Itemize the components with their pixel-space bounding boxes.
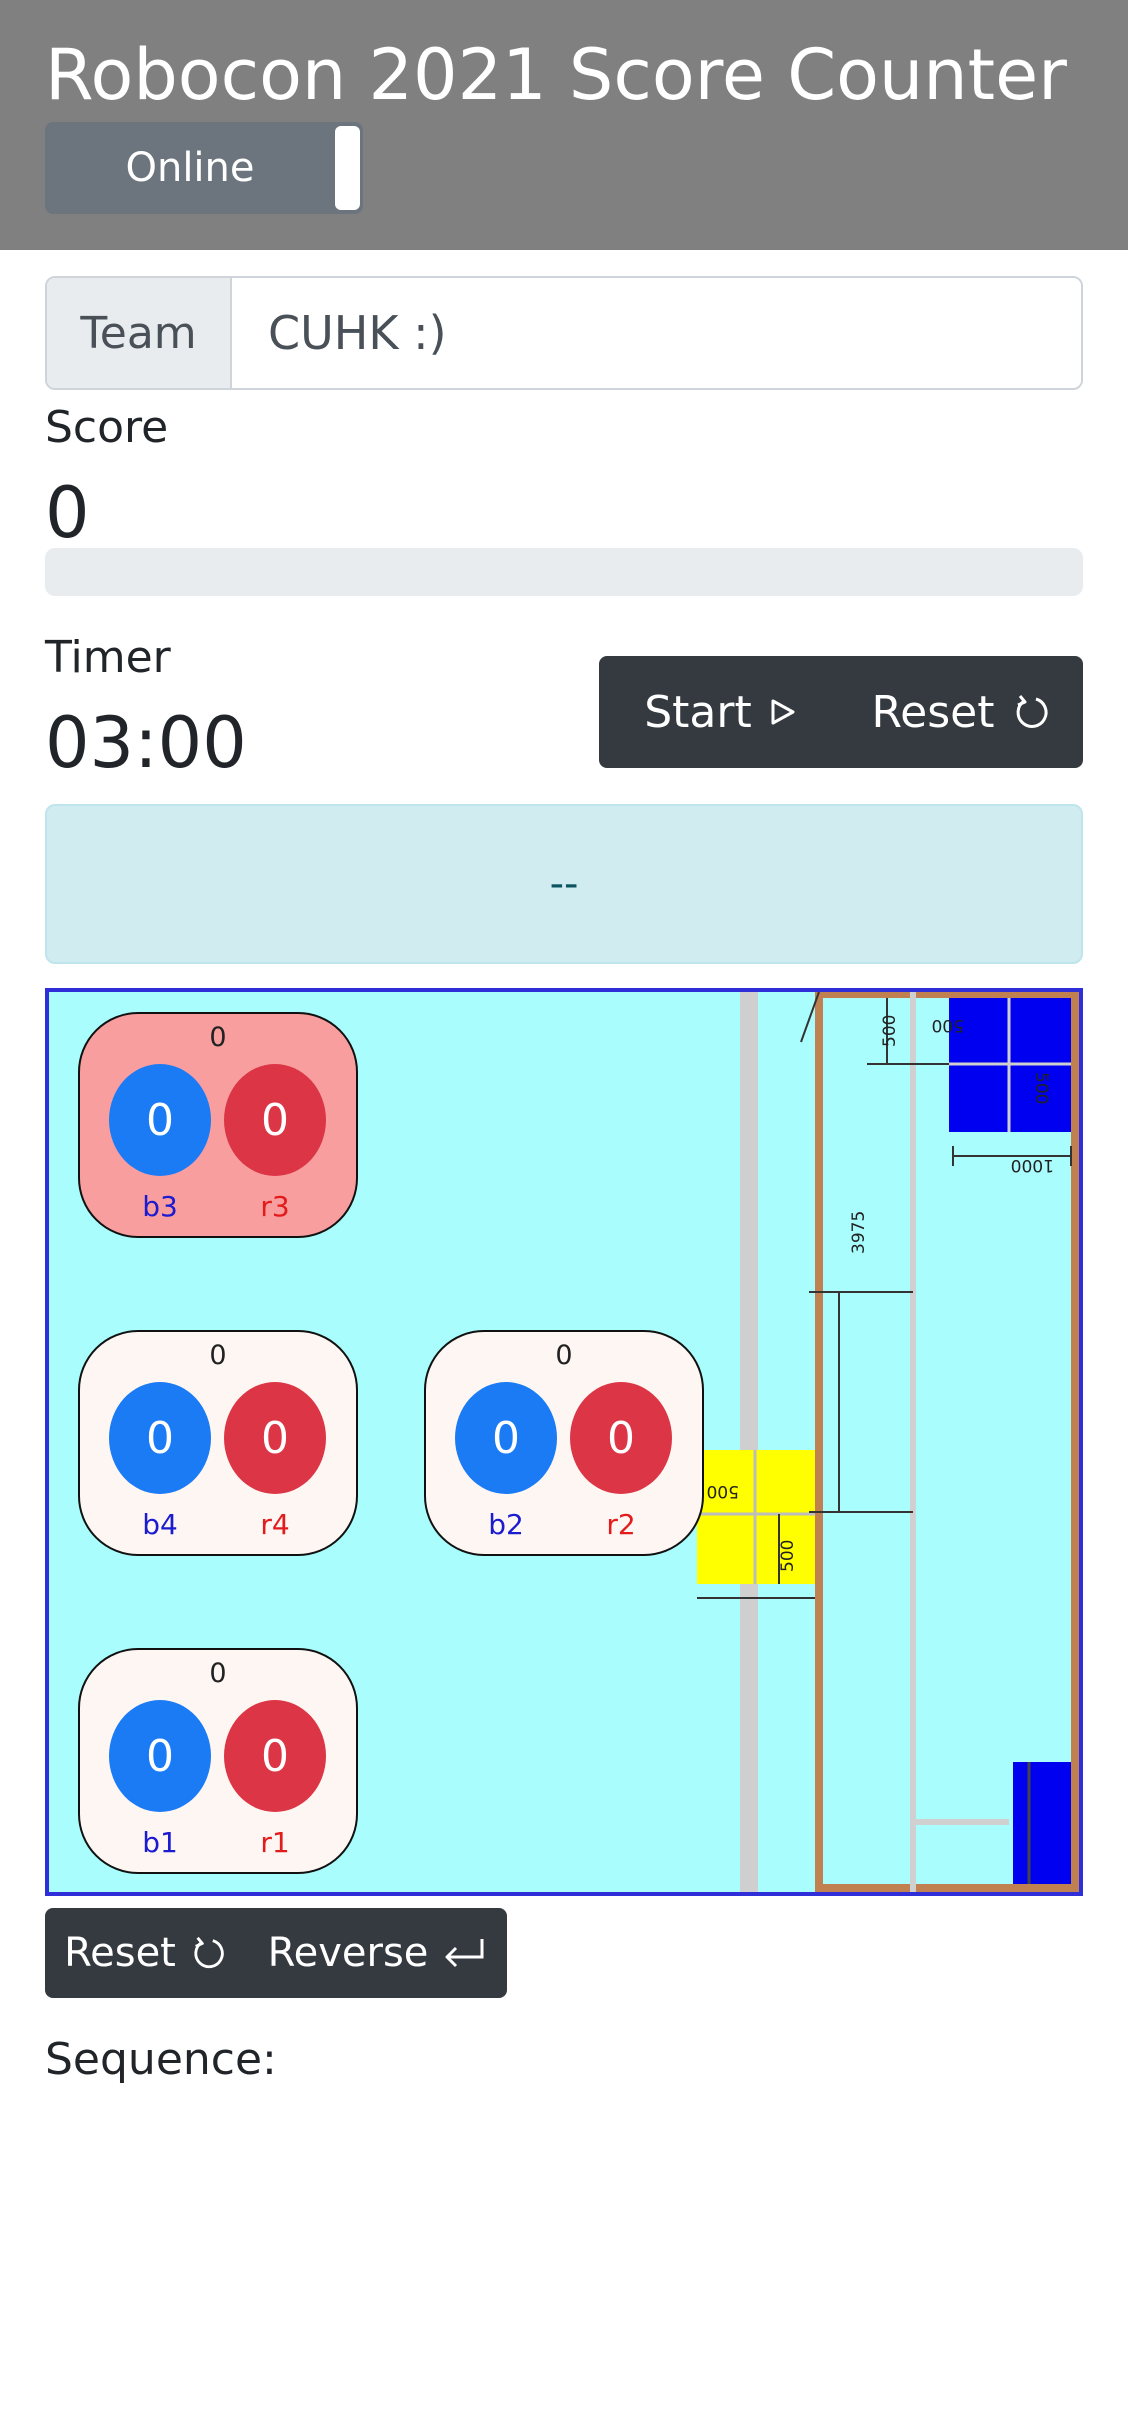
return-arrow-icon	[445, 1939, 484, 1968]
red-ball-counter[interactable]: 0	[224, 1700, 326, 1812]
blue-tag: b1	[142, 1826, 178, 1859]
reset-button-label: Reset	[871, 686, 995, 738]
pot-1: 0 0 0 b1 r1	[78, 1648, 358, 1874]
blue-ball-counter[interactable]: 0	[455, 1382, 557, 1494]
red-ball-counter[interactable]: 0	[224, 1382, 326, 1494]
dim-label: 3975	[849, 1211, 869, 1254]
team-input[interactable]	[232, 278, 1081, 388]
dim-label: 1000	[1011, 1155, 1054, 1175]
reverse-label: Reverse	[267, 1930, 429, 1976]
score-label: Score	[45, 402, 169, 453]
blue-ball-counter[interactable]: 0	[109, 1700, 211, 1812]
dim-label: 500	[880, 1015, 900, 1047]
reset-icon	[194, 1936, 224, 1969]
blue-tag: b2	[488, 1508, 524, 1541]
pot-total: 0	[555, 1340, 573, 1371]
score-progress-bar	[45, 548, 1083, 596]
red-tag: r3	[260, 1190, 290, 1223]
map-button-group: Reset Reverse	[45, 1908, 507, 1998]
field-map: 500 500 500 1000 3975 500 500 0 0 0 b3 r…	[45, 988, 1083, 1896]
red-tag: r2	[606, 1508, 636, 1541]
online-toggle[interactable]: Online	[45, 122, 363, 214]
timer-label: Timer	[45, 632, 171, 683]
online-label: Online	[125, 145, 255, 191]
timer-start-button[interactable]: Start	[599, 656, 841, 768]
pot-4: 0 0 0 b4 r4	[78, 1330, 358, 1556]
dim-label: 500	[1031, 1072, 1051, 1104]
pot-3: 0 0 0 b3 r3	[78, 1012, 358, 1238]
blue-tag: b3	[142, 1190, 178, 1223]
app-title: Robocon 2021 Score Counter	[45, 34, 1067, 116]
reset-icon	[1017, 695, 1049, 728]
pot-total: 0	[209, 1658, 227, 1689]
dim-label: 500	[707, 1481, 739, 1501]
pot-total: 0	[209, 1022, 227, 1053]
blue-zone-bottom	[1013, 1762, 1071, 1884]
start-button-label: Start	[644, 686, 752, 738]
toggle-knob[interactable]	[335, 126, 360, 210]
dim-label: 500	[778, 1540, 798, 1572]
status-alert: --	[45, 804, 1083, 964]
red-ball-counter[interactable]: 0	[224, 1064, 326, 1176]
timer-value: 03:00	[45, 702, 247, 784]
play-icon	[771, 699, 795, 725]
app-header: Robocon 2021 Score Counter Online	[0, 0, 1128, 250]
pot-2: 0 0 0 b2 r2	[424, 1330, 704, 1556]
team-input-group: Team	[45, 276, 1083, 390]
score-value: 0	[45, 472, 90, 554]
blue-ball-counter[interactable]: 0	[109, 1064, 211, 1176]
red-tag: r4	[260, 1508, 290, 1541]
red-tag: r1	[260, 1826, 290, 1859]
timer-button-group: Start Reset	[599, 656, 1083, 768]
dim-label: 500	[932, 1015, 964, 1035]
sequence-label: Sequence:	[45, 2034, 277, 2085]
timer-reset-button[interactable]: Reset	[841, 656, 1083, 768]
map-reset-label: Reset	[64, 1930, 176, 1976]
team-prefix-label: Team	[47, 278, 232, 388]
map-reset-button[interactable]: Reset	[45, 1908, 247, 1998]
reverse-button[interactable]: Reverse	[247, 1908, 507, 1998]
blue-tag: b4	[142, 1508, 178, 1541]
pot-total: 0	[209, 1340, 227, 1371]
blue-ball-counter[interactable]: 0	[109, 1382, 211, 1494]
red-ball-counter[interactable]: 0	[570, 1382, 672, 1494]
